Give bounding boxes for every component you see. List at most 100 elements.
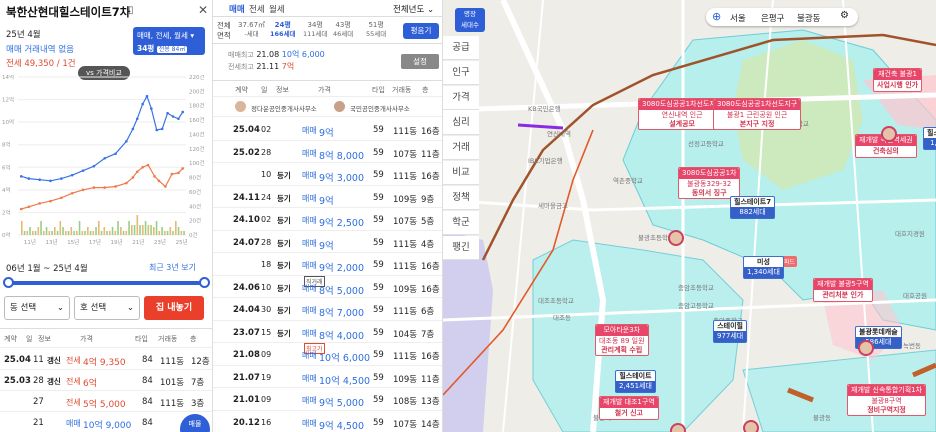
series-point (135, 117, 139, 121)
deal-filter-pill[interactable]: 매매, 전세, 월세 ▾ 34평 전용 84㎡ (133, 27, 205, 55)
column-header[interactable]: 계약 (4, 334, 17, 344)
location-target-icon[interactable]: ⊕ (712, 10, 721, 23)
table-row[interactable]: 25.04 11 갱신 전세 4억 9,350 84 111동 12층 (0, 349, 212, 370)
gear-icon[interactable]: ⚙ (840, 10, 849, 21)
column-header[interactable]: 타입 (135, 334, 148, 344)
column-header[interactable]: 일 (26, 334, 32, 344)
apartment-label[interactable]: 힐스1, (923, 127, 936, 150)
column-header[interactable]: 정보 (38, 334, 51, 344)
y2-tick-label: 180건 (189, 103, 205, 110)
redevelopment-label[interactable]: 재개발 불광5구역 관리처분 인가 (813, 278, 873, 302)
deal-tab[interactable]: 월세 (269, 3, 285, 15)
column-header[interactable]: 가격 (80, 334, 93, 344)
map-side-tab[interactable]: 가격 (443, 86, 479, 110)
series-point (70, 191, 74, 195)
redevelopment-label[interactable]: 재개발 신속통합기획1차 불광8구역 정비구역지정 (847, 384, 927, 417)
map-side-tab[interactable]: 공급 (443, 36, 479, 60)
floor: 11층 (421, 149, 440, 160)
range-slider-start[interactable] (3, 277, 14, 288)
table-row[interactable]: 27 전세 5억 5,000 84 111동 3층 (0, 391, 212, 412)
apartment-label[interactable]: 힐스테이트7 882세대 (730, 196, 776, 219)
map-side-tab[interactable]: 비교 (443, 161, 479, 185)
agent-pin-icon[interactable] (881, 126, 897, 142)
table-row[interactable]: 25.03 28 갱신 전세 6억 84 101동 7층 (0, 370, 212, 391)
book-icon[interactable]: ▯ (128, 5, 134, 16)
agent-pin-icon[interactable] (858, 340, 874, 356)
volume-bar (51, 231, 53, 235)
agent-pin-icon[interactable] (743, 420, 759, 432)
area-tab[interactable]: 34평 111세대 (303, 21, 327, 39)
contract-month: 25.04 (233, 125, 260, 135)
table-row[interactable]: 24.10 02 등기 매매 9억 2,500 59 107동 5층 (213, 208, 442, 231)
range-slider-end[interactable] (199, 277, 210, 288)
redevelopment-label[interactable]: 재개발 대조1구역 철거 신고 (599, 396, 659, 420)
deal-tab[interactable]: 매매 (229, 3, 245, 15)
apartment-label[interactable]: 스테이힐 977세대 (713, 320, 748, 343)
volume-bar (114, 231, 117, 235)
region-gu[interactable]: 은평구 (761, 12, 784, 24)
table-row[interactable]: 23.07 15 등기 매매 8억 4,000 59 104동 7층 (213, 321, 442, 343)
agent-pin-icon[interactable] (668, 230, 684, 246)
table-row[interactable]: 24.11 24 등기 매매 9억 59 109동 9층 (213, 186, 442, 208)
column-header[interactable]: 계약 (235, 85, 248, 95)
area-tab[interactable]: 37.67㎡ -세대 (238, 21, 265, 39)
region-seoul[interactable]: 서울 (730, 12, 746, 24)
table-row[interactable]: 25.04 02 매매 9억 59 111동 16층 (213, 118, 442, 141)
map-view[interactable]: 명장 세대수 ⊕ 서울 은평구 불광동 ⚙ 파드 공급 인구 가격 심리 거래 비교 정책 학군… (443, 0, 936, 432)
floor: 6층 (421, 307, 435, 317)
column-header[interactable]: 층 (422, 85, 428, 95)
column-header[interactable]: 정보 (276, 85, 289, 95)
table-row[interactable]: 20.12 16 매매 9억 4,500 59 107동 14층 (213, 411, 442, 432)
column-header[interactable]: 거래동 (392, 85, 411, 95)
column-header[interactable]: 일 (261, 85, 267, 95)
agent-name[interactable]: 정다운공인중개사사무소 (251, 103, 317, 113)
y2-tick-label: 220건 (189, 75, 205, 81)
close-icon[interactable]: ✕ (198, 3, 208, 17)
map-canvas[interactable] (443, 0, 936, 432)
table-row[interactable]: 24.07 28 등기 매매 9억 59 111동 4층 (213, 231, 442, 253)
table-row[interactable]: 18 등기 매매 9억 2,000 59 111동 16층 (213, 253, 442, 276)
table-row[interactable]: 21.01 09 매매 9억 5,000 59 108동 13층 (213, 388, 442, 411)
volume-bar (98, 221, 100, 235)
table-row[interactable]: 21.07 19 매매 10억 4,500 59 109동 11층 (213, 366, 442, 388)
area-tab[interactable]: 51평 55세대 (366, 21, 386, 39)
table-row[interactable]: 25.02 28 매매 8억 8,000 59 107동 11층 (213, 141, 442, 163)
map-side-tab[interactable]: 거래 (443, 136, 479, 160)
column-header[interactable]: 타입 (372, 85, 385, 95)
apartment-label[interactable]: 미성 1,340세대 (743, 256, 784, 279)
area-tab-all[interactable]: 전체 면적 (217, 21, 231, 41)
redevelopment-label[interactable]: 재건축 불광1 사업시행 인가 (873, 68, 923, 92)
building-dong: 111동 (160, 357, 185, 367)
map-side-tab[interactable]: 팽긴 (443, 236, 479, 260)
map-side-tab[interactable]: 심리 (443, 111, 479, 135)
map-side-tab[interactable]: 인구 (443, 61, 479, 85)
recent-3y-link[interactable]: 최근 3년 보기 (149, 262, 196, 273)
table-row[interactable]: 24.04 30 등기 매매 8억 7,000 59 111동 6층 (213, 298, 442, 321)
year-select[interactable]: 전체년도 ⌄ (393, 3, 434, 15)
settings-button[interactable]: 설정 (401, 54, 439, 69)
range-slider-track[interactable] (8, 281, 205, 285)
area-tab[interactable]: 43평 46세대 (333, 21, 353, 39)
area-tab[interactable]: 24평 166세대 (270, 21, 296, 39)
column-header[interactable]: 층 (190, 334, 196, 344)
map-side-tab[interactable]: 정책 (443, 186, 479, 210)
redevelopment-label[interactable]: 3080도심공공1차 불광동329-32 동의서 징구 (678, 167, 741, 200)
table-row[interactable]: 24.06 10 등기 직거래 매매 8억 5,000 59 109동 16층 (213, 275, 442, 298)
agent-pin-icon[interactable] (670, 423, 686, 432)
dong-select[interactable]: 동 선택 ⌄ (4, 296, 70, 320)
ho-select[interactable]: 호 선택 ⌄ (74, 296, 140, 320)
household-badge[interactable]: 명장 세대수 (455, 8, 485, 32)
apartment-label[interactable]: 힐스테이트 2,451세대 (615, 370, 656, 393)
column-header[interactable]: 가격 (318, 85, 331, 95)
table-row[interactable]: 21.08 09 최고가 매매 10억 6,000 59 111동 16층 (213, 343, 442, 366)
agent-name[interactable]: 국민공인중개사사무소 (350, 103, 410, 113)
register-listing-button[interactable]: 집 내놓기 (144, 296, 204, 320)
redevelopment-label[interactable]: 3080도심공공1차선도지구 불광1 근린공원 인근 본지구 지정 (713, 98, 802, 131)
redevelopment-label[interactable]: 모아타운3차 대조동 89 일원 관리계획 수립 (595, 324, 649, 357)
map-side-tab[interactable]: 학군 (443, 211, 479, 235)
region-dong[interactable]: 불광동 (797, 12, 820, 24)
deal-tab[interactable]: 전세 (249, 3, 265, 15)
column-header[interactable]: 거래동 (158, 334, 177, 344)
graph-button[interactable]: 평음기 (403, 23, 439, 39)
table-row[interactable]: 10 등기 매매 9억 3,000 59 111동 16층 (213, 163, 442, 186)
